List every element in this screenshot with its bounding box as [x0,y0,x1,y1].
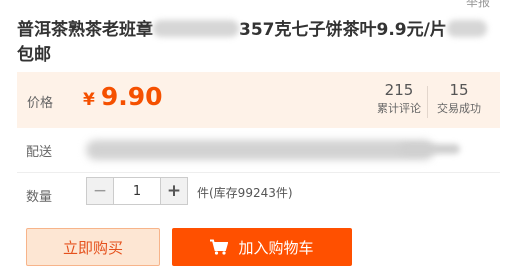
add-to-cart-button[interactable]: 加入购物车 [172,228,352,266]
add-to-cart-label: 加入购物车 [238,238,314,257]
currency-symbol: ¥ [83,90,95,110]
shipping-label: 配送 [26,145,53,160]
increase-quantity-button[interactable]: + [160,178,187,204]
buy-now-label: 立即购买 [62,238,123,257]
stat-divider [427,86,428,118]
price-panel: 价格 ¥9.90 215 累计评论 15 交易成功 [17,72,500,128]
shipping-info-redacted-tail [400,144,460,154]
reviews-count: 215 [384,81,414,99]
redacted-blur [153,20,239,37]
report-link[interactable]: 举报 [466,0,490,10]
quantity-stepper: − + [86,177,188,205]
price-display: ¥9.90 [83,82,163,111]
divider [17,172,500,173]
redacted-blur [446,20,487,37]
buy-now-button[interactable]: 立即购买 [26,228,160,266]
title-text-start: 普洱茶熟茶老班章 [17,20,153,40]
title-text-end: 包邮 [17,45,51,65]
product-title: 普洱茶熟茶老班章 357克七子饼茶叶9.9元/片包邮 [17,18,487,68]
title-text-middle: 357克七子饼茶叶9.9元/片 [239,20,447,40]
price-value: 9.90 [100,82,163,111]
shipping-info-redacted [86,140,434,160]
stock-text: 件(库存99243件) [197,186,293,200]
decrease-quantity-button[interactable]: − [87,178,114,204]
price-label: 价格 [27,96,54,111]
trades-count: 15 [449,81,469,99]
trades-label: 交易成功 [437,102,481,115]
cart-icon [210,239,229,255]
quantity-label: 数量 [26,190,53,205]
trades-stat[interactable]: 15 交易成功 [429,80,489,118]
quantity-input[interactable] [114,178,160,204]
reviews-stat[interactable]: 215 累计评论 [371,80,427,118]
reviews-label: 累计评论 [377,102,421,115]
